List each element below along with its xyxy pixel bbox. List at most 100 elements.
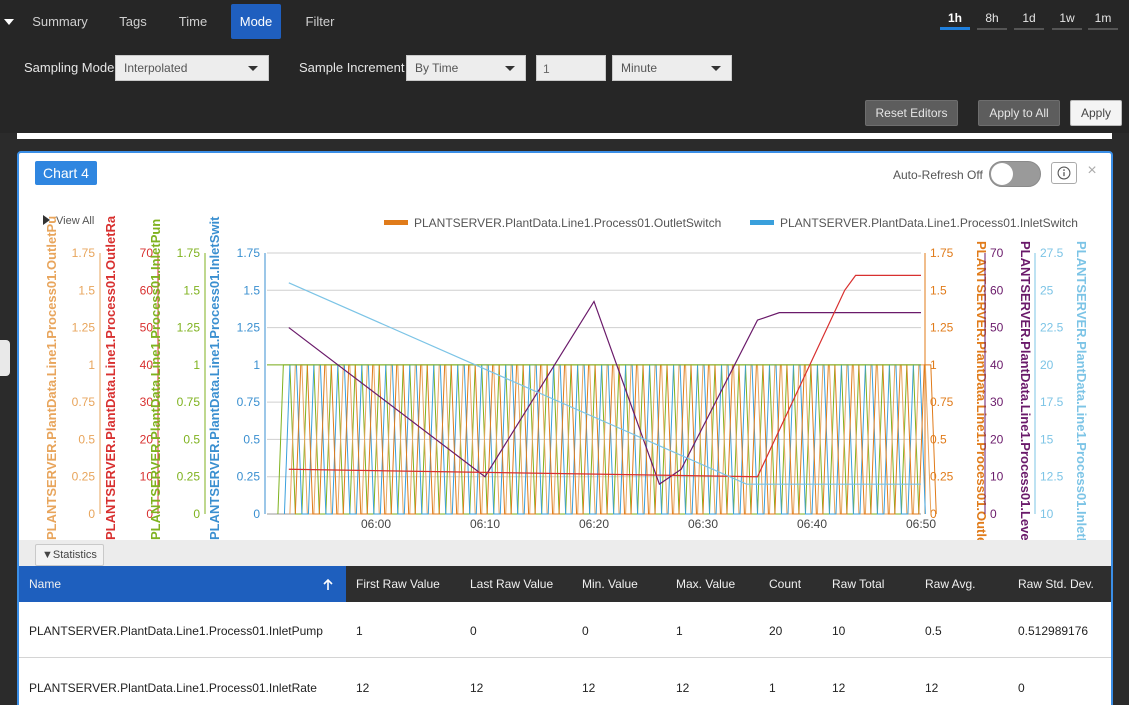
axis-title: PLANTSERVER.PlantData.Line1.Process01.Le…	[1018, 241, 1033, 543]
axis-tick-label: 10	[990, 470, 1004, 484]
axis-tick-label: 1	[253, 358, 260, 372]
col-max[interactable]: Max. Value	[676, 577, 735, 591]
axis-tick-label: 0.75	[930, 395, 954, 409]
axis-tick-label: 1.25	[72, 321, 96, 335]
axis-tick-label: 10	[1040, 507, 1054, 521]
range-1m[interactable]: 1m	[1088, 6, 1118, 30]
axis-title: PLANTSERVER.PlantData.Line1.Process01.In…	[148, 219, 163, 540]
x-tick-label: 06:10	[470, 517, 500, 531]
apply-to-all-button[interactable]: Apply to All	[978, 100, 1060, 126]
cell-first-raw: 12	[356, 681, 370, 695]
statistics-label: Statistics	[52, 549, 97, 561]
tab-filter[interactable]: Filter	[298, 4, 342, 39]
col-min[interactable]: Min. Value	[582, 577, 638, 591]
cell-max: 1	[676, 624, 683, 638]
sample-increment-unit-select[interactable]: Minute	[612, 55, 732, 81]
side-drag-handle[interactable]	[0, 340, 10, 376]
cell-raw-total: 10	[832, 624, 846, 638]
axis-title: PLANTSERVER.PlantData.Line1.Process01.In…	[207, 216, 222, 540]
axis-title: PLANTSERVER.PlantData.Line1.Process01.In…	[1074, 241, 1089, 543]
cell-raw-std: 0.512989176	[1018, 624, 1089, 638]
axis-tick-label: 1.5	[78, 283, 95, 297]
axis-title: PLANTSERVER.PlantData.Line1.Process01.Ou…	[44, 216, 59, 540]
collapse-caret-icon[interactable]	[2, 14, 16, 28]
axis-tick-label: 0.75	[72, 395, 96, 409]
chevron-down-icon	[711, 66, 721, 71]
axis-tick-label: 0.5	[78, 432, 95, 446]
sampling-mode-select[interactable]: Interpolated	[115, 55, 269, 81]
axis-tick-label: 0.25	[237, 470, 261, 484]
axis-tick-label: 0.75	[237, 395, 261, 409]
x-tick-label: 06:50	[906, 517, 936, 531]
axis-tick-label: 1.5	[930, 283, 947, 297]
axis-tick-label: 0.5	[930, 432, 947, 446]
axis-tick-label: 0	[990, 507, 997, 521]
trend-chart[interactable]: 0 0.25 0.5 0.75 1 1.25 1.5 1.75 PLANTSERVER.Plan…	[19, 153, 1113, 543]
cell-first-raw: 1	[356, 624, 363, 638]
axis-tick-label: 70	[990, 246, 1004, 260]
sample-increment-label: Sample Increment	[299, 60, 405, 75]
axis-tick-label: 1.5	[183, 283, 200, 297]
axis-tick-label: 12.5	[1040, 470, 1064, 484]
col-last-raw[interactable]: Last Raw Value	[470, 577, 553, 591]
reset-editors-button[interactable]: Reset Editors	[865, 100, 958, 126]
axis-tick-label: 1.75	[72, 246, 96, 260]
x-tick-label: 06:40	[797, 517, 827, 531]
axis-tick-label: 1	[193, 358, 200, 372]
x-tick-label: 06:00	[361, 517, 391, 531]
name-column-header[interactable]	[19, 566, 346, 602]
range-8h[interactable]: 8h	[977, 6, 1007, 30]
col-count[interactable]: Count	[769, 577, 801, 591]
x-tick-label: 06:20	[579, 517, 609, 531]
table-row[interactable]: PLANTSERVER.PlantData.Line1.Process01.In…	[19, 659, 1111, 705]
col-name[interactable]: Name	[29, 577, 61, 591]
axis-tick-label: 27.5	[1040, 246, 1064, 260]
axis-tick-label: 17.5	[1040, 395, 1064, 409]
axis-tick-label: 1.25	[930, 321, 954, 335]
chart-card: Chart 4 Auto-Refresh Off × View All PLAN…	[17, 151, 1113, 705]
axis-tick-label: 0	[193, 507, 200, 521]
cell-min: 0	[582, 624, 589, 638]
col-raw-avg[interactable]: Raw Avg.	[925, 577, 975, 591]
sample-increment-by-select[interactable]: By Time	[406, 55, 526, 81]
sample-increment-amount-input[interactable]: 1	[536, 55, 606, 81]
statistics-header: Name First Raw Value Last Raw Value Min.…	[19, 566, 1111, 602]
axis-tick-label: 0.25	[930, 470, 954, 484]
chevron-down-icon	[248, 66, 258, 71]
axis-tick-label: 1.75	[237, 246, 261, 260]
tab-mode[interactable]: Mode	[231, 4, 281, 39]
cell-min: 12	[582, 681, 596, 695]
axis-tick-label: 1.5	[243, 283, 260, 297]
axis-tick-label: 60	[990, 283, 1004, 297]
col-raw-total[interactable]: Raw Total	[832, 577, 884, 591]
axis-tick-label: 40	[990, 358, 1004, 372]
cell-raw-avg: 0.5	[925, 624, 942, 638]
sampling-mode-value: Interpolated	[124, 61, 188, 75]
tab-tags[interactable]: Tags	[112, 4, 154, 39]
statistics-toggle[interactable]: ▼Statistics	[35, 544, 104, 566]
sort-ascending-icon[interactable]	[322, 578, 334, 591]
cell-count: 20	[769, 624, 783, 638]
tab-time[interactable]: Time	[170, 4, 216, 39]
range-1h[interactable]: 1h	[940, 6, 970, 30]
range-1w[interactable]: 1w	[1052, 6, 1082, 30]
axis-tick-label: 0.75	[177, 395, 201, 409]
axis-tick-label: 1.25	[177, 321, 201, 335]
tab-summary[interactable]: Summary	[26, 4, 94, 39]
cell-raw-avg: 12	[925, 681, 939, 695]
table-row[interactable]: PLANTSERVER.PlantData.Line1.Process01.In…	[19, 602, 1111, 658]
col-raw-std[interactable]: Raw Std. Dev.	[1018, 577, 1094, 591]
axis-tick-label: 1.25	[237, 321, 261, 335]
col-first-raw[interactable]: First Raw Value	[356, 577, 440, 591]
axis-tick-label: 15	[1040, 432, 1054, 446]
sample-increment-unit-value: Minute	[621, 61, 658, 75]
previous-chart-edge	[17, 133, 1112, 139]
cell-last-raw: 0	[470, 624, 477, 638]
axis-tick-label: 0.5	[183, 432, 200, 446]
axis-tick-label: 20	[990, 432, 1004, 446]
sampling-mode-label: Sampling Mode	[24, 60, 115, 75]
range-1d[interactable]: 1d	[1014, 6, 1044, 30]
cell-name: PLANTSERVER.PlantData.Line1.Process01.In…	[29, 681, 317, 695]
apply-button[interactable]: Apply	[1070, 100, 1122, 126]
sample-increment-by-value: By Time	[415, 61, 459, 75]
